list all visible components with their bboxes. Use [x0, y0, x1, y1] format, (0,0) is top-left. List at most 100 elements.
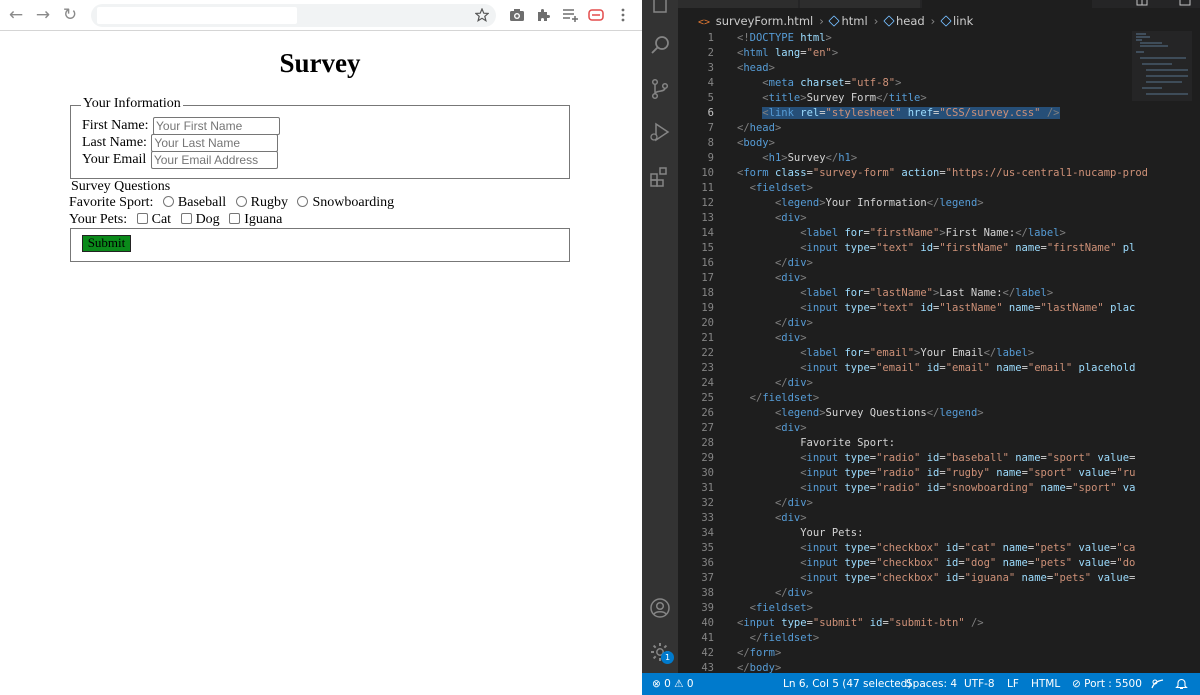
code-line[interactable]: 32 </div>: [678, 496, 1168, 511]
code-line[interactable]: 42 </form>: [678, 646, 1168, 661]
code-token: "stylesheet": [825, 107, 902, 119]
code-line[interactable]: 4 <meta charset="utf-8">: [678, 76, 1168, 91]
code-line[interactable]: 5 <title>Survey Form</title>: [678, 91, 1168, 106]
code-line[interactable]: 10 <form class="survey-form" action="http…: [678, 166, 1168, 181]
live-server-port[interactable]: ⊘ Port : 5500: [1072, 673, 1142, 695]
code-line[interactable]: 3 <head>: [678, 61, 1168, 76]
language-mode[interactable]: HTML: [1031, 673, 1060, 695]
code-line[interactable]: 2 <html lang="en">: [678, 46, 1168, 61]
radio-rugby[interactable]: [235, 196, 247, 207]
code-line[interactable]: 24 </div>: [678, 376, 1168, 391]
account-icon[interactable]: [648, 596, 672, 620]
code-token: >: [800, 512, 807, 524]
checkbox-cat[interactable]: [136, 213, 148, 224]
code-line[interactable]: 41 </fieldset>: [678, 631, 1168, 646]
code-line[interactable]: 30 <input type="radio" id="rugby" name="…: [678, 466, 1168, 481]
code-line[interactable]: 21 <div>: [678, 331, 1168, 346]
radio-snowboarding[interactable]: [297, 196, 309, 207]
code-line[interactable]: 1 <!DOCTYPE html>: [678, 31, 1168, 46]
feedback-icon[interactable]: [1151, 678, 1164, 690]
encoding-setting[interactable]: UTF-8: [964, 673, 995, 695]
breadcrumb-head[interactable]: head: [896, 14, 925, 28]
code-line[interactable]: 18 <label for="lastName">Last Name:</lab…: [678, 286, 1168, 301]
code-line[interactable]: 40 <input type="submit" id="submit-btn" /…: [678, 616, 1168, 631]
code-line[interactable]: 25 </fieldset>: [678, 391, 1168, 406]
code-line[interactable]: 27 <div>: [678, 421, 1168, 436]
cursor-position[interactable]: Ln 6, Col 5 (47 selected): [783, 673, 911, 695]
bookmark-star-icon[interactable]: [475, 8, 489, 22]
code-line[interactable]: 35 <input type="checkbox" id="cat" name=…: [678, 541, 1168, 556]
run-debug-icon[interactable]: [648, 120, 672, 144]
search-icon[interactable]: [648, 33, 672, 57]
notifications-bell-icon[interactable]: [1175, 677, 1188, 690]
problems-indicator[interactable]: ⊗ 0 ⚠ 0: [652, 673, 694, 695]
source-control-icon[interactable]: [648, 77, 672, 101]
code-line[interactable]: 16 </div>: [678, 256, 1168, 271]
reload-button[interactable]: ↻: [60, 5, 80, 25]
code-line[interactable]: 22 <label for="email">Your Email</label>: [678, 346, 1168, 361]
code-token: >: [774, 647, 782, 659]
first-name-row: First Name: Your First Name: [82, 117, 280, 135]
address-bar-text[interactable]: [97, 7, 297, 24]
code-line[interactable]: 36 <input type="checkbox" id="dog" name=…: [678, 556, 1168, 571]
code-line[interactable]: 26 <legend>Survey Questions</legend>: [678, 406, 1168, 421]
camera-icon[interactable]: [509, 7, 525, 23]
tab-active[interactable]: [922, 0, 1092, 8]
code-token: va: [1122, 482, 1136, 494]
code-line[interactable]: 31 <input type="radio" id="snowboarding"…: [678, 481, 1168, 496]
code-line[interactable]: 11 <fieldset>: [678, 181, 1168, 196]
eol-setting[interactable]: LF: [1007, 673, 1019, 695]
indentation-setting[interactable]: Spaces: 4: [906, 673, 957, 695]
code-line[interactable]: 19 <input type="text" id="lastName" name…: [678, 301, 1168, 316]
radio-baseball[interactable]: [162, 196, 174, 207]
code-line[interactable]: 20 </div>: [678, 316, 1168, 331]
code-line[interactable]: 17 <div>: [678, 271, 1168, 286]
last-name-input[interactable]: Your Last Name: [151, 134, 279, 152]
explorer-files-icon[interactable]: [648, 0, 672, 16]
code-line[interactable]: 38 </div>: [678, 586, 1168, 601]
code-line[interactable]: 29 <input type="radio" id="baseball" nam…: [678, 451, 1168, 466]
menu-kebab-icon[interactable]: [615, 7, 631, 23]
extension-red-icon[interactable]: [588, 7, 604, 23]
code-line[interactable]: 14 <label for="firstName">First Name:</l…: [678, 226, 1168, 241]
checkbox-dog[interactable]: [180, 213, 192, 224]
forward-button[interactable]: →: [33, 5, 53, 25]
code-line[interactable]: 37 <input type="checkbox" id="iguana" na…: [678, 571, 1168, 586]
vscode-window: 1 <> surveyForm.html › html › head › link 1…: [642, 0, 1200, 695]
breadcrumb-html[interactable]: html: [841, 14, 867, 28]
submit-button[interactable]: Submit: [82, 235, 131, 252]
breadcrumb-link[interactable]: link: [953, 14, 973, 28]
minimap[interactable]: [1132, 31, 1192, 111]
address-bar[interactable]: [91, 4, 496, 27]
code-line[interactable]: 33 <div>: [678, 511, 1168, 526]
code-line[interactable]: 9 <h1>Survey</h1>: [678, 151, 1168, 166]
tab-inactive-1[interactable]: [678, 0, 798, 8]
code-editor[interactable]: 1 <!DOCTYPE html> 2 <html lang="en"> 3 <head>…: [678, 31, 1200, 674]
breadcrumb-file[interactable]: surveyForm.html: [716, 14, 814, 28]
line-number: 8: [707, 137, 714, 149]
extensions-icon[interactable]: [648, 165, 672, 189]
code-line[interactable]: 15 <input type="text" id="firstName" nam…: [678, 241, 1168, 256]
code-token: id: [869, 617, 883, 629]
split-editor-icon[interactable]: [1136, 0, 1148, 6]
first-name-input[interactable]: Your First Name: [153, 117, 280, 135]
tab-inactive-2[interactable]: [800, 0, 920, 8]
back-button[interactable]: ←: [6, 5, 26, 25]
extensions-puzzle-icon[interactable]: [536, 7, 552, 23]
checkbox-iguana[interactable]: [229, 213, 241, 224]
reading-list-icon[interactable]: [562, 7, 578, 23]
code-line[interactable]: 23 <input type="email" id="email" name="…: [678, 361, 1168, 376]
code-line[interactable]: 12 <legend>Your Information</legend>: [678, 196, 1168, 211]
code-line[interactable]: 28 Favorite Sport:: [678, 436, 1168, 451]
editor-layout-icon[interactable]: [1179, 0, 1191, 6]
code-line[interactable]: 6 <link rel="stylesheet" href="CSS/surve…: [678, 106, 1168, 121]
code-line[interactable]: 13 <div>: [678, 211, 1168, 226]
code-line[interactable]: 39 <fieldset>: [678, 601, 1168, 616]
code-line[interactable]: 7 </head>: [678, 121, 1168, 136]
code-token: name: [996, 467, 1022, 479]
code-line[interactable]: 34 Your Pets:: [678, 526, 1168, 541]
email-input[interactable]: Your Email Address: [150, 151, 278, 169]
code-line[interactable]: 8 <body>: [678, 136, 1168, 151]
